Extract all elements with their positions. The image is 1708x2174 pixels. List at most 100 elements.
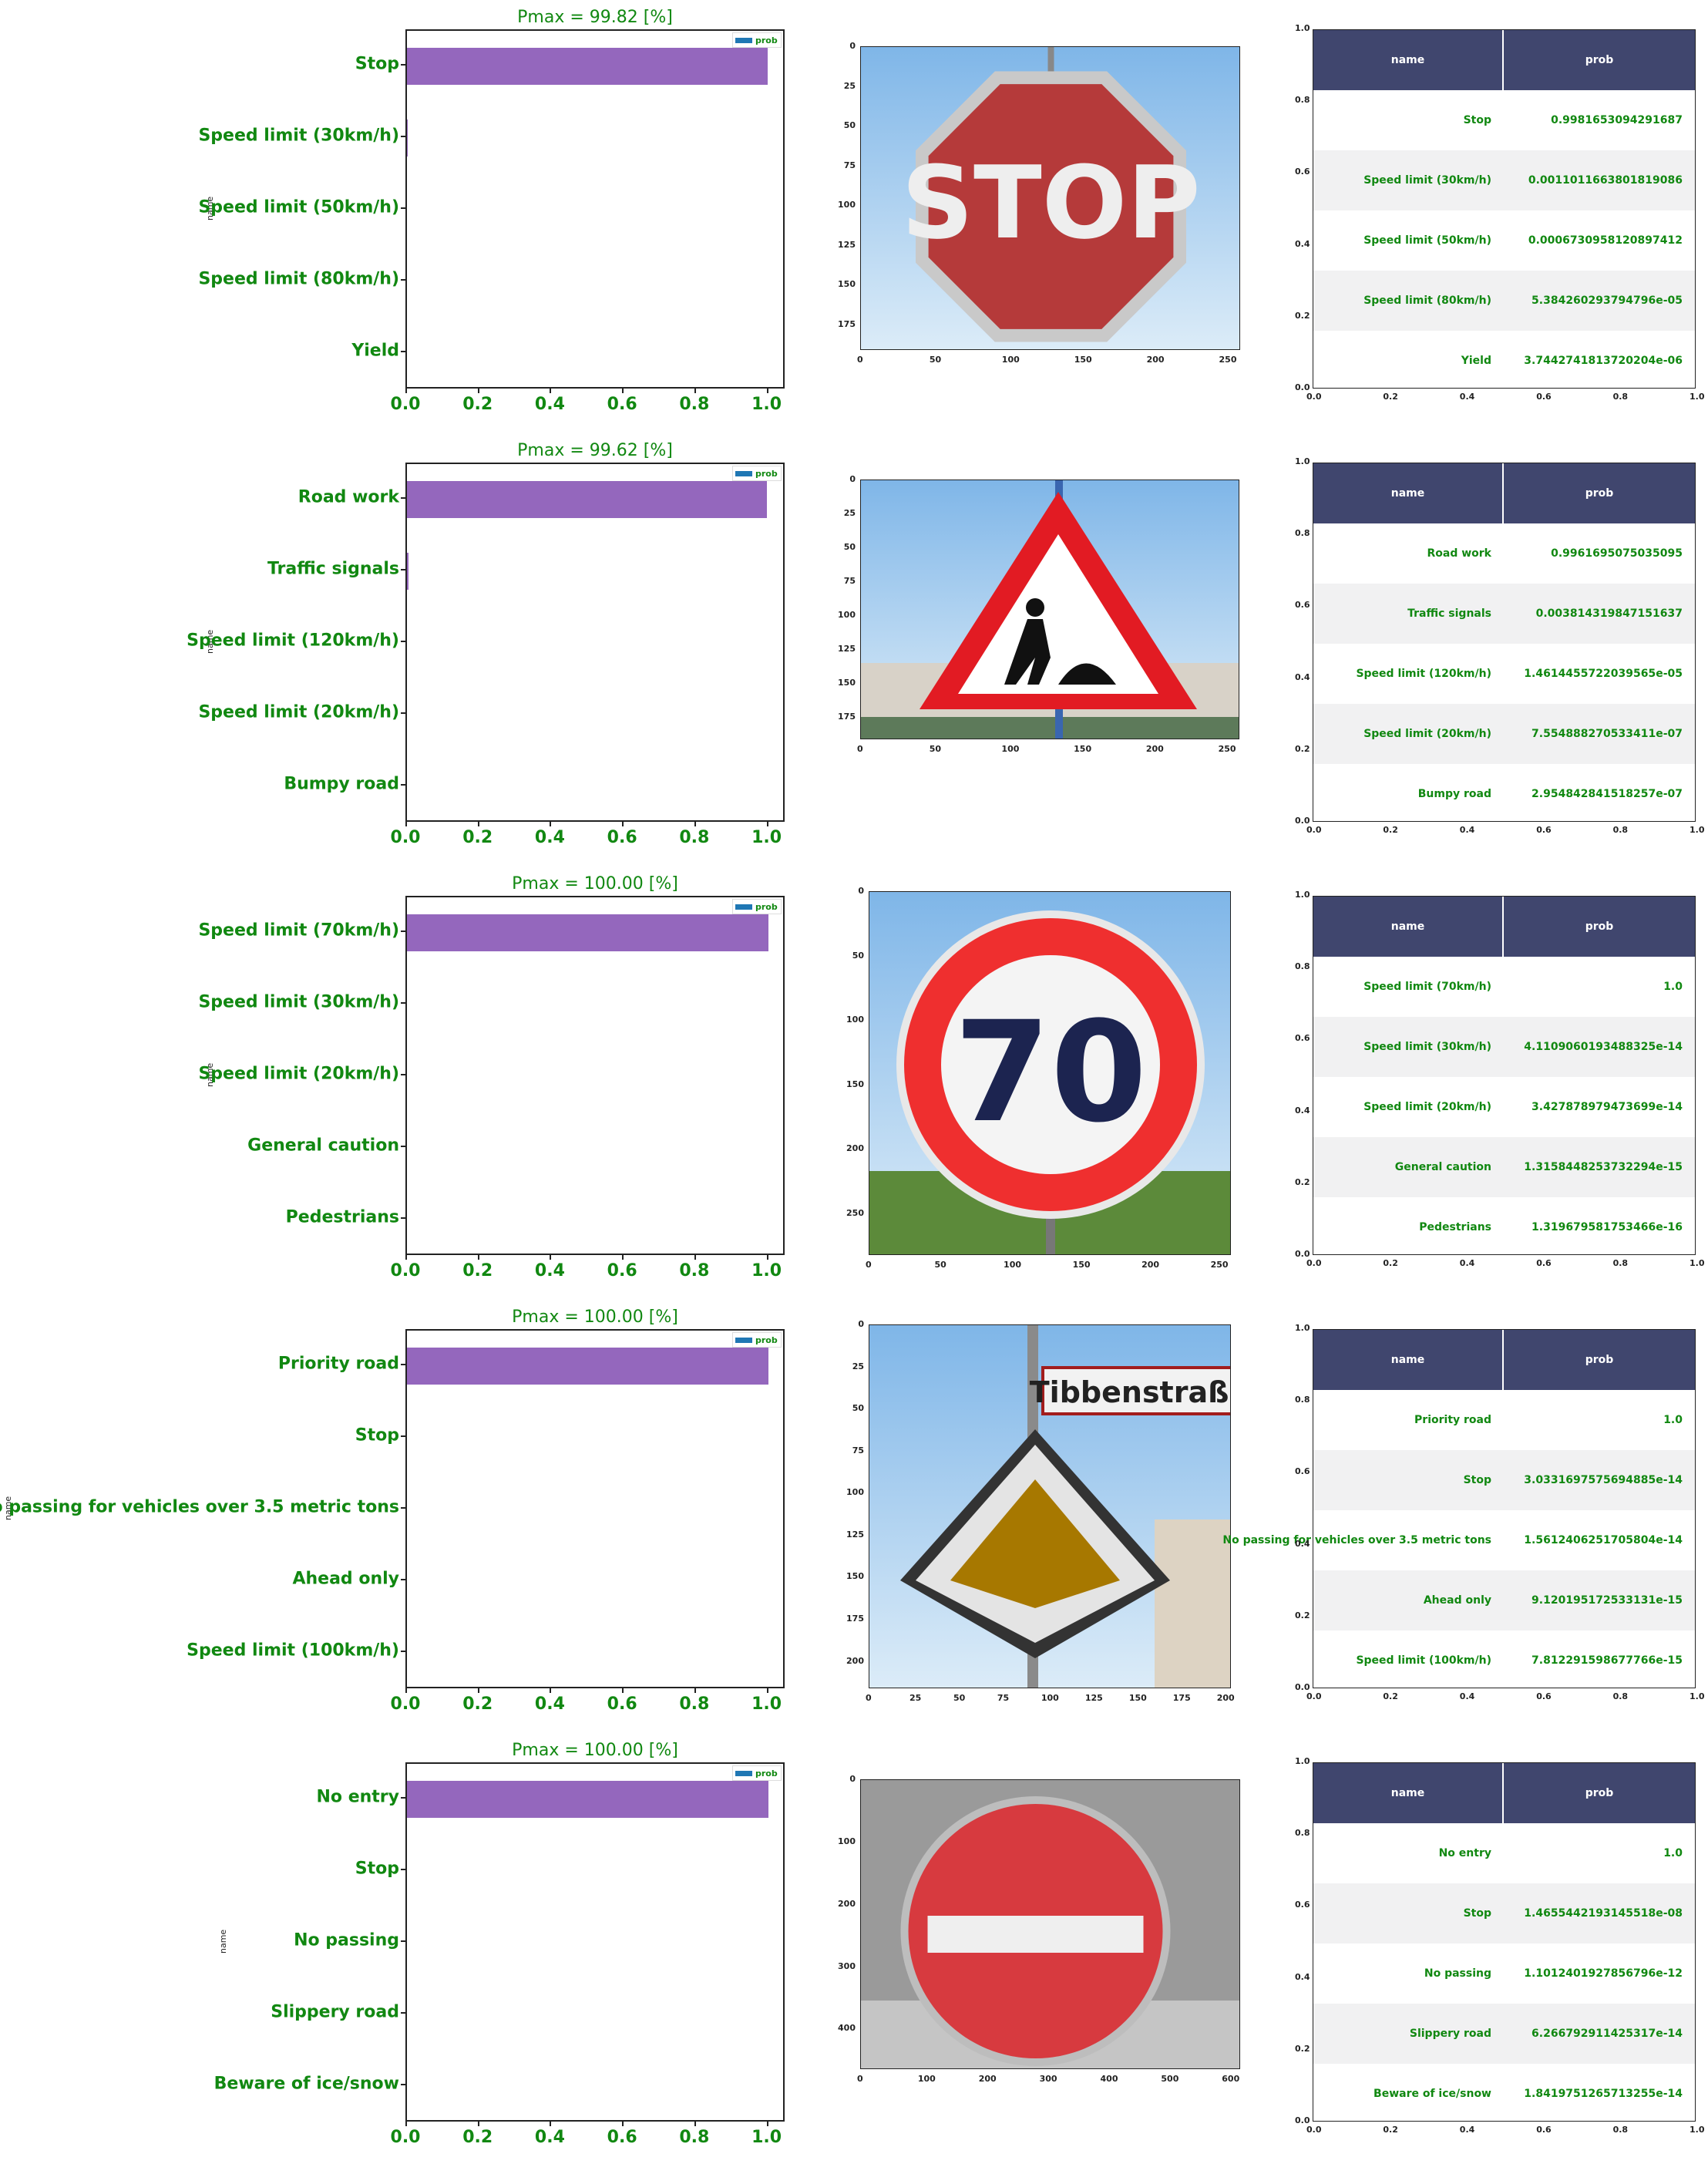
table-row: Speed limit (20km/h) 7.554888270533411e-0… xyxy=(1313,704,1695,764)
image-x-tick: 0 xyxy=(866,1693,872,1703)
chart-row: Pmax = 100.00 [%] prob name No entry Stop No … xyxy=(0,1741,1708,2174)
table-cell-name: Speed limit (120km/h) xyxy=(1356,668,1491,680)
image-y-tick: 0 xyxy=(858,886,864,896)
y-axis-label: name xyxy=(218,1929,228,1954)
y-tick-mark xyxy=(401,135,405,137)
image-y-tick: 150 xyxy=(846,1079,864,1089)
table-header-name: name xyxy=(1313,897,1504,957)
table-cell-name: No passing xyxy=(1424,1967,1491,1980)
chart-legend: prob xyxy=(732,1332,782,1348)
table-x-tick: 0.8 xyxy=(1612,1691,1629,1701)
table-y-tick: 0.4 xyxy=(1295,238,1310,249)
table-x-tick: 0.4 xyxy=(1459,392,1475,402)
category-label: Ahead only xyxy=(292,1569,399,1589)
table-x-tick: 1.0 xyxy=(1690,1691,1705,1701)
table-x-tick: 0.4 xyxy=(1459,825,1475,835)
bar xyxy=(407,1347,768,1385)
image-x-tick: 125 xyxy=(1084,1693,1103,1703)
table-row: Beware of ice/snow 1.8419751265713255e-14 xyxy=(1313,2064,1695,2124)
image-y-tick: 175 xyxy=(846,1613,864,1624)
image-y-tick: 175 xyxy=(838,712,856,722)
x-tick-label: 0.4 xyxy=(534,828,565,847)
x-tick-mark xyxy=(694,1688,696,1693)
table-cell-prob: 1.319679581753466e-16 xyxy=(1531,1221,1683,1233)
image-y-tick: 0 xyxy=(849,474,856,484)
probability-table: name prob Stop 0.9981653094291687 Speed limi… xyxy=(1313,29,1696,389)
table-cell-name: Beware of ice/snow xyxy=(1373,2088,1491,2100)
image-x-tick: 500 xyxy=(1161,2074,1179,2084)
table-x-tick: 0.0 xyxy=(1306,1691,1322,1701)
table-x-tick: 1.0 xyxy=(1690,2125,1705,2135)
sign-image: 70 xyxy=(869,891,1231,1255)
image-y-tick: 50 xyxy=(843,120,856,130)
x-tick-label: 0.2 xyxy=(462,1694,493,1714)
bar-chart-axes xyxy=(405,29,785,389)
x-tick-mark xyxy=(694,2122,696,2126)
image-x-tick: 300 xyxy=(1039,2074,1057,2084)
table-cell-prob: 0.003814319847151637 xyxy=(1535,607,1683,620)
chart-row: Pmax = 99.62 [%] prob name Road work Traffic… xyxy=(0,441,1708,874)
x-tick-mark xyxy=(550,1255,552,1260)
y-tick-mark xyxy=(401,279,405,281)
image-y-tick: 25 xyxy=(852,1361,864,1371)
table-y-tick: 0.6 xyxy=(1295,1466,1310,1477)
bar-chart-axes xyxy=(405,1329,785,1688)
table-x-tick: 0.8 xyxy=(1612,392,1629,402)
table-cell-prob: 7.554888270533411e-07 xyxy=(1531,728,1683,740)
bar-chart-axes xyxy=(405,896,785,1255)
x-tick-mark xyxy=(766,2122,768,2126)
table-header-prob: prob xyxy=(1504,897,1695,957)
table-row: Speed limit (80km/h) 5.384260293794796e-0… xyxy=(1313,271,1695,331)
x-tick-label: 1.0 xyxy=(751,828,782,847)
table-x-tick: 0.8 xyxy=(1612,2125,1629,2135)
worker-head xyxy=(1026,598,1044,617)
bar xyxy=(407,1780,768,1818)
y-tick-mark xyxy=(401,1507,405,1509)
image-x-tick: 200 xyxy=(978,2074,997,2084)
image-y-tick: 0 xyxy=(849,1774,856,1784)
sign-image: STOP xyxy=(860,46,1240,350)
table-y-tick: 0.4 xyxy=(1295,1538,1310,1549)
table-cell-name: Speed limit (20km/h) xyxy=(1363,1101,1491,1113)
sign-image xyxy=(860,1779,1240,2069)
category-label: Road work xyxy=(298,487,399,507)
table-cell-prob: 1.8419751265713255e-14 xyxy=(1524,2088,1683,2100)
x-tick-label: 0.4 xyxy=(534,395,565,414)
x-tick-mark xyxy=(550,2122,552,2126)
table-y-tick: 1.0 xyxy=(1295,456,1310,466)
x-tick-mark xyxy=(405,822,407,826)
image-x-tick: 0 xyxy=(857,2074,863,2084)
category-label: Speed limit (80km/h) xyxy=(198,269,399,289)
y-tick-mark xyxy=(401,496,405,499)
table-row: Stop 0.9981653094291687 xyxy=(1313,90,1695,150)
table-cell-prob: 3.0331697575694885e-14 xyxy=(1524,1474,1683,1486)
image-x-tick: 250 xyxy=(1218,744,1236,754)
table-x-tick: 0.2 xyxy=(1383,392,1398,402)
x-tick-mark xyxy=(622,2122,624,2126)
table-cell-prob: 7.812291598677766e-15 xyxy=(1531,1654,1683,1667)
image-y-tick: 25 xyxy=(843,80,856,91)
table-header-prob: prob xyxy=(1504,1330,1695,1390)
table-x-tick: 0.0 xyxy=(1306,392,1322,402)
table-y-tick: 0.2 xyxy=(1295,310,1310,321)
y-tick-mark xyxy=(401,1074,405,1075)
table-row: Slippery road 6.266792911425317e-14 xyxy=(1313,2004,1695,2064)
x-tick-label: 0.6 xyxy=(607,2128,637,2147)
y-tick-mark xyxy=(401,207,405,209)
table-y-tick: 0.2 xyxy=(1295,2043,1310,2054)
table-x-tick: 0.6 xyxy=(1536,2125,1552,2135)
x-tick-mark xyxy=(766,1688,768,1693)
x-tick-mark xyxy=(550,1688,552,1693)
legend-label: prob xyxy=(755,1334,778,1345)
chart-row: Pmax = 99.82 [%] prob name Stop Speed limit … xyxy=(0,8,1708,441)
table-x-tick: 0.2 xyxy=(1383,1691,1398,1701)
table-y-tick: 1.0 xyxy=(1295,1323,1310,1333)
category-label: Speed limit (100km/h) xyxy=(187,1641,399,1661)
x-tick-label: 0.0 xyxy=(390,1261,421,1281)
speed-number-text: 70 xyxy=(954,992,1148,1153)
table-x-tick: 0.0 xyxy=(1306,2125,1322,2135)
x-tick-label: 1.0 xyxy=(751,1694,782,1714)
x-tick-mark xyxy=(622,389,624,393)
table-row: Priority road 1.0 xyxy=(1313,1390,1695,1450)
table-cell-prob: 6.266792911425317e-14 xyxy=(1531,2028,1683,2040)
